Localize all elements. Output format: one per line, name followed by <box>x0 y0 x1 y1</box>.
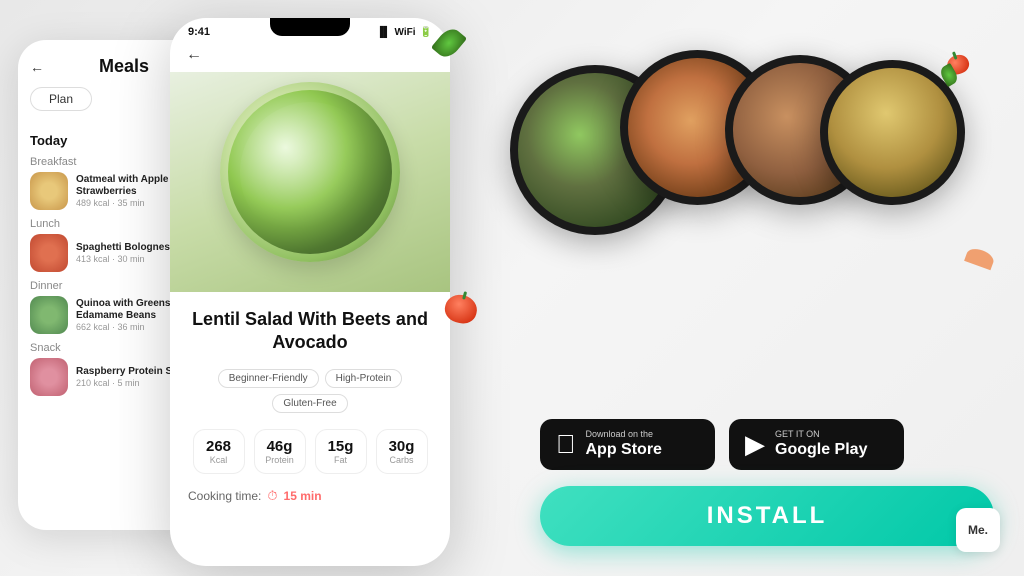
timer-icon: ⏱ <box>267 488 277 504</box>
phone-main: 9:41 ▐▌ WiFi 🔋 ← Lentil Salad With Beets… <box>170 18 450 566</box>
food-image-area <box>170 72 450 292</box>
meal-thumbnail <box>30 172 68 210</box>
carbs-label: Carbs <box>387 455 417 465</box>
phone-notch <box>270 18 350 36</box>
install-label: INSTALL <box>707 502 828 529</box>
salad-bowl-image <box>220 82 400 262</box>
meal-thumbnail <box>30 296 68 334</box>
google-play-text: GET IT ON Google Play <box>775 430 867 459</box>
tag-gluten: Gluten-Free <box>272 394 347 413</box>
nutrition-kcal: 268 Kcal <box>193 429 245 474</box>
plate-food-4 <box>828 68 957 197</box>
plate-bruschetta <box>820 60 965 205</box>
nutrition-fat: 15g Fat <box>315 429 367 474</box>
battery-icon: 🔋 <box>420 27 432 38</box>
signal-icon: ▐▌ <box>376 27 390 38</box>
google-top-label: GET IT ON <box>775 430 867 439</box>
status-time: 9:41 <box>188 26 210 38</box>
protein-label: Protein <box>265 455 295 465</box>
google-main-label: Google Play <box>775 441 867 459</box>
nutrition-carbs: 30g Carbs <box>376 429 428 474</box>
cooking-time-value: 15 min <box>284 489 322 503</box>
apple-icon:  <box>556 429 576 460</box>
cooking-time: Cooking time: ⏱ 15 min <box>188 488 432 504</box>
google-play-button[interactable]: ▶ GET IT ON Google Play <box>729 419 904 470</box>
back-arrow-icon[interactable]: ← <box>186 46 202 64</box>
dish-title: Lentil Salad With Beets and Avocado <box>188 308 432 355</box>
phone-detail-area: Lentil Salad With Beets and Avocado Begi… <box>170 292 450 520</box>
plan-button[interactable]: Plan <box>30 87 92 111</box>
back-arrow-icon[interactable]: ← <box>30 59 44 75</box>
wifi-icon: WiFi <box>395 27 416 38</box>
kcal-label: Kcal <box>204 455 234 465</box>
me-button[interactable]: Me. <box>956 508 1000 552</box>
install-button[interactable]: INSTALL <box>540 486 994 546</box>
tag-beginner: Beginner-Friendly <box>218 369 319 388</box>
tag-protein: High-Protein <box>325 369 403 388</box>
fat-label: Fat <box>326 455 356 465</box>
nutrition-protein: 46g Protein <box>254 429 306 474</box>
fat-value: 15g <box>326 438 356 455</box>
protein-value: 46g <box>265 438 295 455</box>
apple-store-text: Download on the App Store <box>586 430 662 459</box>
meal-thumbnail <box>30 358 68 396</box>
store-buttons-container:  Download on the App Store ▶ GET IT ON … <box>540 419 994 470</box>
google-play-icon: ▶ <box>745 429 765 460</box>
meal-thumbnail <box>30 234 68 272</box>
phone-header: ← <box>170 42 450 72</box>
app-store-button[interactable]:  Download on the App Store <box>540 419 715 470</box>
cooking-time-label: Cooking time: <box>188 489 261 503</box>
apple-main-label: App Store <box>586 441 662 459</box>
kcal-value: 268 <box>204 438 234 455</box>
status-icons: ▐▌ WiFi 🔋 <box>376 27 432 38</box>
apple-top-label: Download on the <box>586 430 662 439</box>
nutrition-row: 268 Kcal 46g Protein 15g Fat 30g Carbs <box>188 429 432 474</box>
tags-container: Beginner-Friendly High-Protein Gluten-Fr… <box>188 369 432 413</box>
carbs-value: 30g <box>387 438 417 455</box>
